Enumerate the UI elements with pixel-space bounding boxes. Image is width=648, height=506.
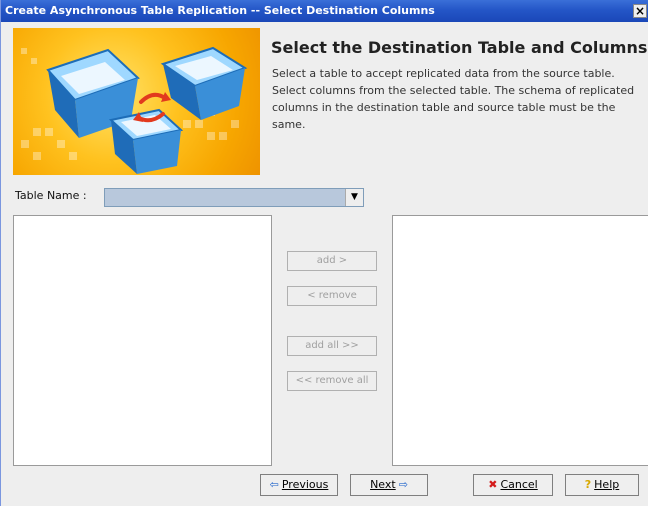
window-title: Create Asynchronous Table Replication --… — [5, 4, 435, 17]
dialog-window: Create Asynchronous Table Replication --… — [0, 0, 648, 506]
banner-illustration — [13, 28, 260, 175]
arrow-right-icon: ⇨ — [398, 478, 408, 491]
cancel-label: Cancel — [500, 478, 538, 491]
cancel-button[interactable]: ✖ Cancel — [473, 474, 553, 496]
help-button[interactable]: ? Help — [565, 474, 639, 496]
dropdown-arrow-icon[interactable]: ▼ — [345, 189, 363, 206]
page-description: Select a table to accept replicated data… — [272, 67, 635, 131]
cancel-x-icon: ✖ — [488, 478, 498, 491]
available-columns-list[interactable] — [13, 215, 272, 466]
target-db-icon — [160, 46, 248, 120]
next-label: Next — [370, 478, 396, 491]
title-bar[interactable]: Create Asynchronous Table Replication --… — [1, 0, 648, 22]
page-heading: Select the Destination Table and Columns — [271, 38, 648, 57]
help-label: Help — [594, 478, 620, 491]
next-button[interactable]: Next ⇨ — [350, 474, 428, 496]
add-button[interactable]: add > — [287, 251, 377, 271]
replication-illustration — [21, 46, 248, 174]
table-name-select[interactable]: ▼ — [104, 188, 364, 207]
add-all-button[interactable]: add all >> — [287, 336, 377, 356]
close-icon[interactable]: × — [633, 4, 647, 18]
previous-label: Previous — [281, 478, 329, 491]
arrow-left-icon: ⇦ — [269, 478, 279, 491]
remove-button[interactable]: < remove — [287, 286, 377, 306]
help-question-icon: ? — [584, 478, 592, 491]
remove-all-button[interactable]: << remove all — [287, 371, 377, 391]
table-name-label: Table Name : — [15, 189, 87, 202]
previous-button[interactable]: ⇦ Previous — [260, 474, 338, 496]
selected-columns-list[interactable] — [392, 215, 648, 466]
